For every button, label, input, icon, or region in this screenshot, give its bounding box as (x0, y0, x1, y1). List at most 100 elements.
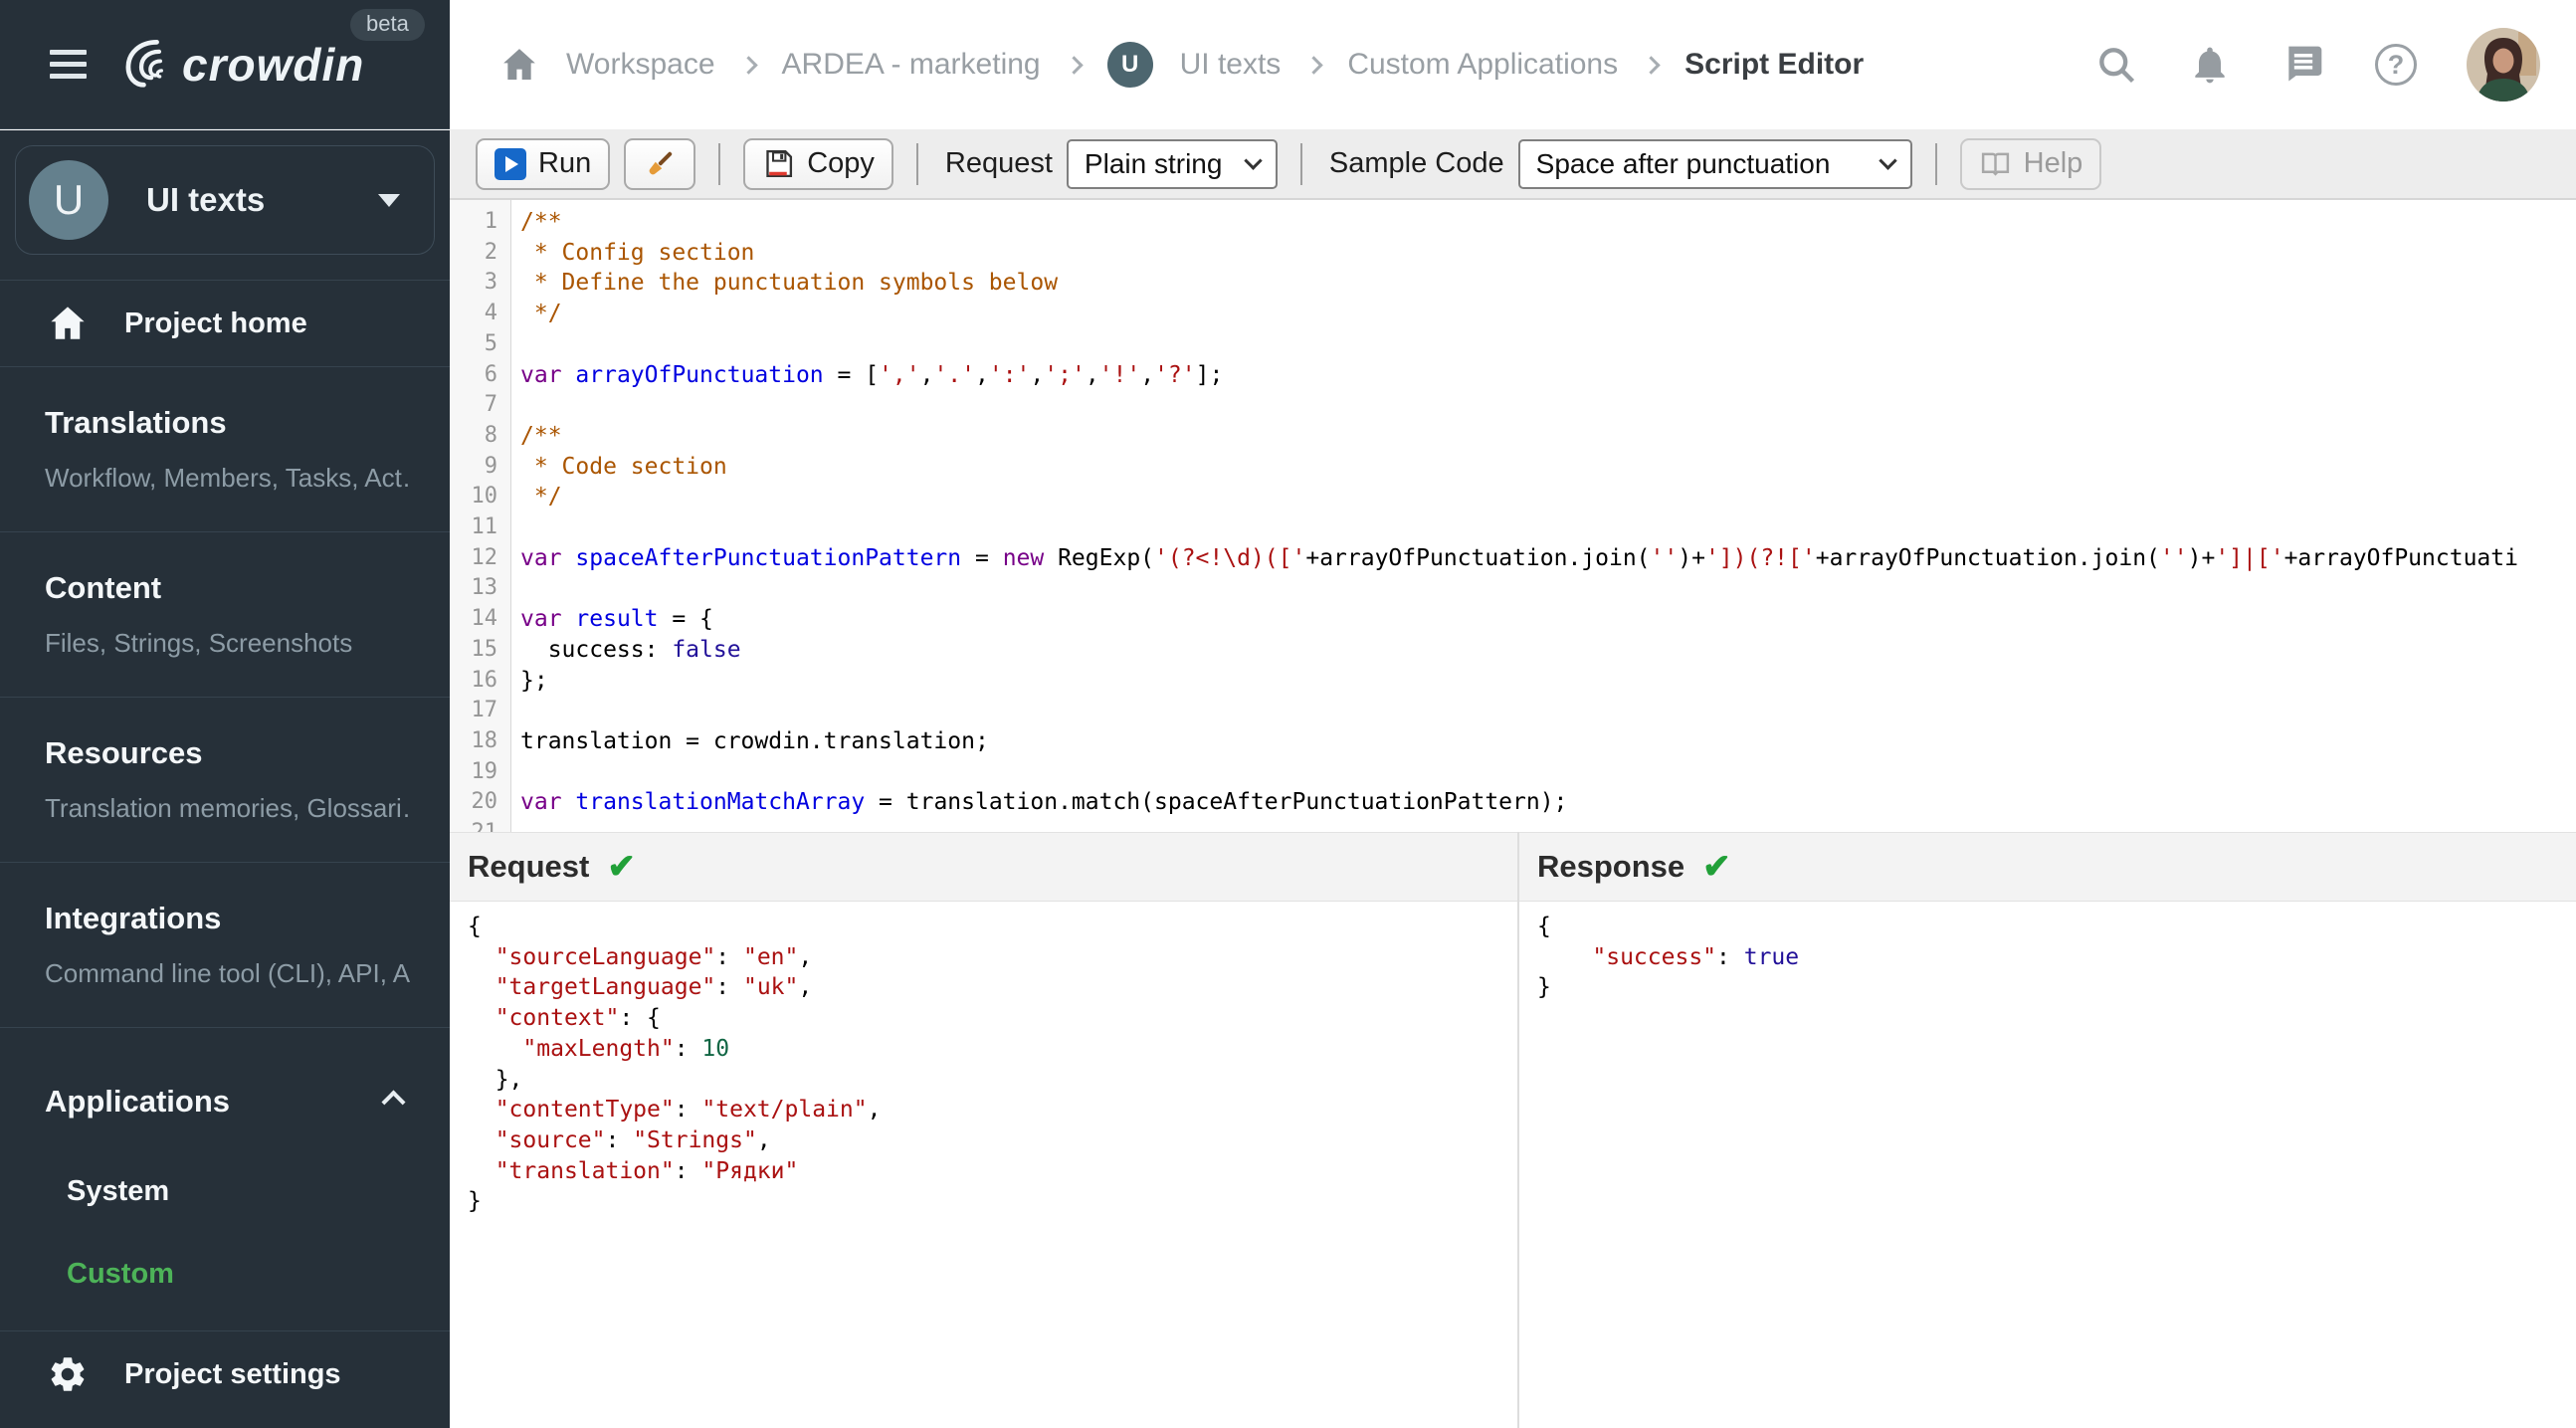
code-line[interactable]: } (1537, 972, 2576, 1003)
breadcrumb-project[interactable]: UI texts (1180, 48, 1282, 82)
run-button-label: Run (538, 147, 592, 179)
line-number: 7 (484, 392, 497, 418)
request-panel-header: Request ✔ (450, 832, 1517, 902)
sidebar-item-content[interactable]: Content Files, Strings, Screenshots (0, 532, 450, 697)
code-area[interactable]: /** * Config section * Define the punctu… (511, 200, 2576, 832)
code-line[interactable]: { (1537, 912, 2576, 942)
code-line[interactable] (520, 696, 2576, 726)
line-number: 10 (471, 484, 498, 510)
request-response-panels: Request ✔ { "sourceLanguage": "en", "tar… (450, 832, 2576, 1428)
code-line[interactable]: { (468, 912, 1517, 942)
run-button[interactable]: Run (476, 137, 611, 190)
code-line[interactable]: translation = crowdin.translation; (520, 726, 2576, 757)
request-select-label: Request (944, 147, 1053, 179)
line-number: 14 (471, 606, 498, 632)
breadcrumb-workspace[interactable]: Workspace (566, 48, 715, 82)
code-line[interactable]: * Define the punctuation symbols below (520, 268, 2576, 299)
project-switcher[interactable]: U UI texts (15, 145, 435, 255)
line-number: 11 (471, 514, 498, 540)
project-sidebar: U UI texts Project home Translations Wor… (0, 130, 450, 1428)
help-icon[interactable]: ? (2375, 44, 2417, 86)
code-line[interactable]: success: false (520, 635, 2576, 666)
home-icon[interactable] (499, 45, 539, 85)
sidebar-item-translations[interactable]: Translations Workflow, Members, Tasks, A… (0, 367, 450, 531)
code-line[interactable]: */ (520, 482, 2576, 512)
line-number-gutter: 123456789101112131415161718192021 (450, 200, 511, 832)
format-brush-button[interactable] (624, 137, 696, 190)
code-line[interactable] (520, 512, 2576, 543)
code-line[interactable]: }, (468, 1065, 1517, 1096)
user-avatar[interactable] (2467, 28, 2540, 102)
chevron-right-icon (1064, 55, 1084, 75)
search-icon[interactable] (2094, 43, 2138, 87)
code-line[interactable] (520, 818, 2576, 832)
toolbar-separator (915, 142, 918, 185)
messages-icon[interactable] (2281, 43, 2325, 87)
line-number: 6 (484, 361, 497, 387)
sidebar-item-integrations[interactable]: Integrations Command line tool (CLI), AP… (0, 863, 450, 1027)
brand-wordmark: crowdin (182, 38, 365, 91)
hamburger-menu-icon[interactable] (50, 50, 87, 79)
code-line[interactable]: * Code section (520, 452, 2576, 483)
help-button[interactable]: Help (1959, 137, 2102, 190)
sidebar-item-project-settings[interactable]: Project settings (0, 1331, 450, 1417)
sidebar-item-applications-system[interactable]: System (45, 1175, 410, 1208)
code-line[interactable]: "contentType": "text/plain", (468, 1095, 1517, 1125)
crowdin-logo[interactable]: crowdin (116, 34, 364, 96)
code-line[interactable] (520, 757, 2576, 788)
brand-bar: crowdin beta (0, 0, 450, 129)
line-number: 2 (484, 239, 497, 265)
code-line[interactable]: "success": true (1537, 942, 2576, 973)
code-line[interactable]: * Config section (520, 238, 2576, 269)
line-number: 15 (471, 636, 498, 662)
code-line[interactable]: "context": { (468, 1003, 1517, 1034)
sidebar-item-applications-custom[interactable]: Custom (45, 1258, 410, 1291)
sample-code-value: Space after punctuation (1535, 147, 1831, 179)
chevron-right-icon (1642, 55, 1661, 75)
code-line[interactable]: /** (520, 421, 2576, 452)
success-check-icon: ✔ (607, 848, 636, 886)
line-number: 8 (484, 422, 497, 448)
code-line[interactable]: var translationMatchArray = translation.… (520, 787, 2576, 818)
top-header: Workspace ARDEA - marketing U UI texts C… (450, 0, 2576, 129)
line-number: 16 (471, 667, 498, 693)
request-type-value: Plain string (1084, 147, 1223, 179)
breadcrumb-organization[interactable]: ARDEA - marketing (782, 48, 1041, 82)
sidebar-item-project-home[interactable]: Project home (0, 281, 450, 366)
code-line[interactable]: var arrayOfPunctuation = [',','.',':',';… (520, 360, 2576, 391)
chevron-right-icon (738, 55, 758, 75)
code-line[interactable] (520, 390, 2576, 421)
code-line[interactable] (520, 573, 2576, 604)
copy-button[interactable]: Copy (743, 137, 893, 190)
code-line[interactable]: var spaceAfterPunctuationPattern = new R… (520, 543, 2576, 574)
request-panel-title: Request (468, 849, 590, 884)
code-line[interactable]: var result = { (520, 604, 2576, 635)
home-icon (51, 306, 85, 339)
code-line[interactable]: "source": "Strings", (468, 1125, 1517, 1156)
book-icon (1981, 152, 2009, 176)
breadcrumb-custom-applications[interactable]: Custom Applications (1347, 48, 1618, 82)
notifications-bell-icon[interactable] (2188, 43, 2232, 87)
code-line[interactable]: } (468, 1186, 1517, 1217)
code-editor[interactable]: 123456789101112131415161718192021 /** * … (450, 200, 2576, 832)
caret-down-icon (378, 193, 400, 207)
code-line[interactable]: */ (520, 299, 2576, 329)
code-line[interactable] (520, 329, 2576, 360)
request-json[interactable]: { "sourceLanguage": "en", "targetLanguag… (450, 902, 1517, 1217)
chevron-right-icon (1304, 55, 1324, 75)
code-line[interactable]: /** (520, 207, 2576, 238)
line-number: 13 (471, 575, 498, 601)
sidebar-item-applications[interactable]: Applications (45, 1084, 410, 1120)
request-type-select[interactable]: Plain string (1066, 138, 1278, 189)
sample-code-select-label: Sample Code (1328, 147, 1504, 179)
code-line[interactable]: }; (520, 666, 2576, 697)
line-number: 9 (484, 453, 497, 479)
crowdin-logo-mark (125, 39, 163, 88)
response-panel: Response ✔ { "success": true} (1519, 832, 2576, 1428)
code-line[interactable]: "targetLanguage": "uk", (468, 972, 1517, 1003)
sample-code-select[interactable]: Space after punctuation (1517, 138, 1912, 189)
sidebar-item-resources[interactable]: Resources Translation memories, Glossari… (0, 698, 450, 862)
code-line[interactable]: "translation": "Рядки" (468, 1156, 1517, 1187)
code-line[interactable]: "maxLength": 10 (468, 1034, 1517, 1065)
code-line[interactable]: "sourceLanguage": "en", (468, 942, 1517, 973)
